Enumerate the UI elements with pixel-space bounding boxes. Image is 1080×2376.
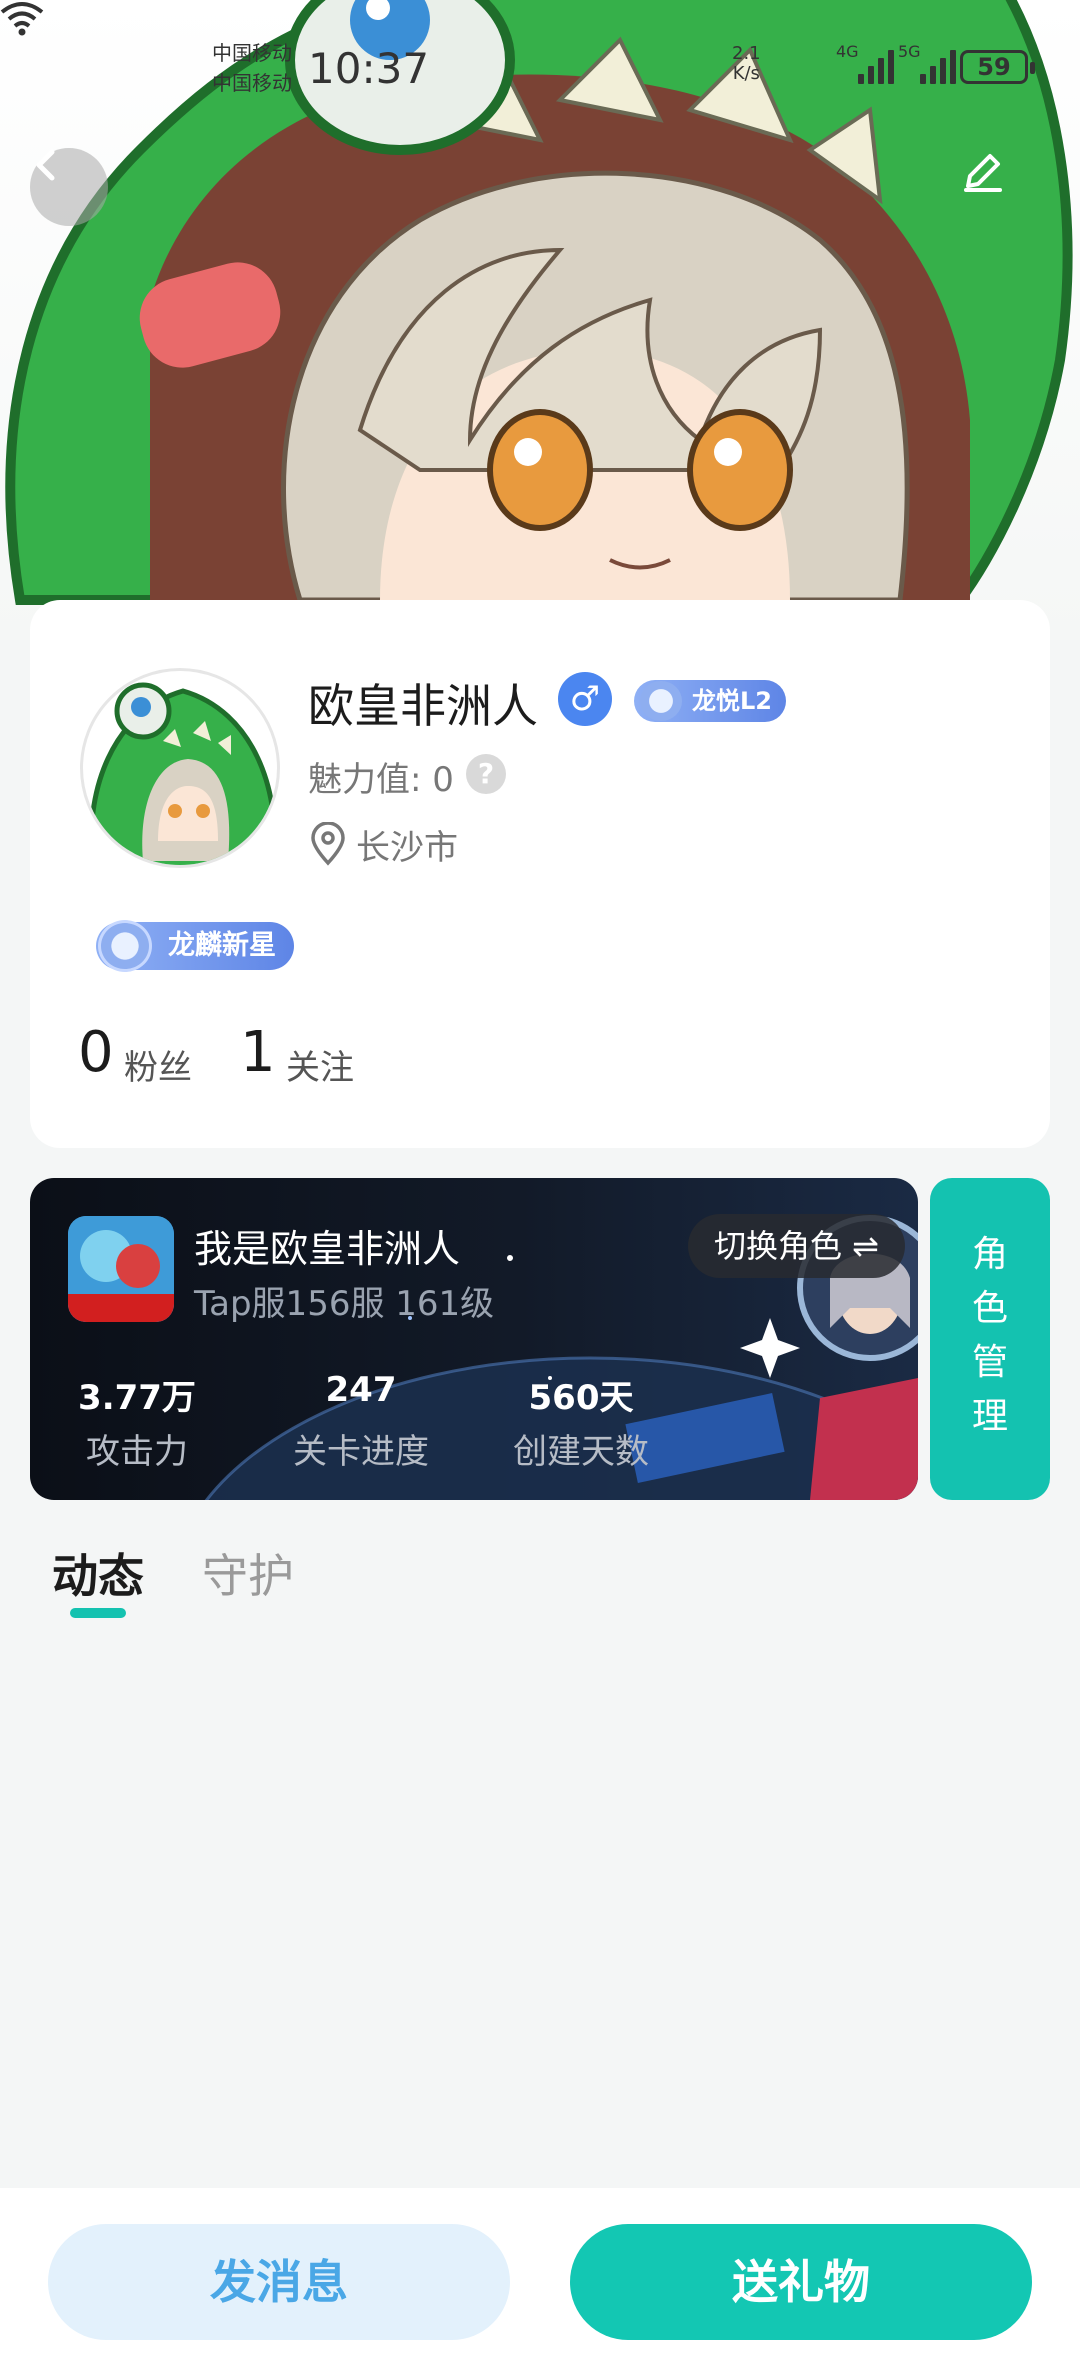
level-badge[interactable]: 龙悦L2 bbox=[634, 680, 786, 722]
signal-2-label: 5G bbox=[898, 42, 921, 61]
dragon-medal-icon bbox=[98, 920, 152, 972]
attack-label: 攻击力 bbox=[86, 1432, 188, 1472]
game-app-icon bbox=[68, 1216, 174, 1322]
created-days-label: 创建天数 bbox=[513, 1432, 649, 1472]
role-manage-char: 理 bbox=[971, 1396, 1008, 1437]
charm-value: 魅力值: 0 bbox=[308, 760, 454, 800]
tab-guard[interactable]: 守护 bbox=[202, 1540, 294, 1606]
tab-indicator bbox=[70, 1608, 126, 1618]
role-manage-char: 角 bbox=[971, 1234, 1008, 1275]
signal-2-icon: 5G bbox=[898, 42, 956, 84]
tab-dynamics[interactable]: 动态 bbox=[52, 1540, 144, 1606]
avatar[interactable] bbox=[80, 668, 280, 868]
game-icon-art bbox=[68, 1216, 174, 1322]
network-speed-unit: K/s bbox=[732, 63, 760, 84]
pencil-icon bbox=[964, 154, 1002, 192]
carrier-1: 中国移动 bbox=[212, 41, 292, 65]
clock: 10:37 bbox=[308, 44, 430, 93]
role-manage-button[interactable]: 角 色 管 理 bbox=[930, 1178, 1050, 1500]
network-speed: 2.1 K/s bbox=[732, 44, 761, 84]
follow-count[interactable]: 1 bbox=[240, 1020, 276, 1085]
edit-button[interactable] bbox=[960, 148, 1038, 226]
role-manage-char: 管 bbox=[971, 1342, 1008, 1383]
help-icon[interactable]: ? bbox=[466, 754, 506, 794]
bottom-action-bar: 发消息 送礼物 bbox=[0, 2188, 1080, 2376]
signal-1-label: 4G bbox=[836, 42, 859, 61]
game-role-card[interactable]: 我是欧皇非洲人 Tap服156服 161级 切换角色 ⇌ 3.77万 攻击力 2… bbox=[30, 1178, 918, 1500]
carrier-info: 中国移动 中国移动 bbox=[212, 38, 292, 98]
signal-1-icon: 4G bbox=[836, 42, 894, 84]
battery-indicator: 59 bbox=[960, 50, 1035, 84]
wifi-icon bbox=[0, 2, 44, 36]
title-badge[interactable]: 龙麟新星 bbox=[96, 920, 294, 972]
role-manage-char: 色 bbox=[971, 1288, 1008, 1329]
title-badge-label: 龙麟新星 bbox=[168, 930, 276, 961]
profile-page: 中国移动 中国移动 10:37 2.1 K/s 4G 5G 59 欧皇非洲人 ♂… bbox=[0, 0, 1080, 2376]
switch-role-button[interactable]: 切换角色 ⇌ bbox=[688, 1214, 905, 1278]
follow-label[interactable]: 关注 bbox=[286, 1040, 354, 1089]
network-speed-value: 2.1 bbox=[732, 43, 761, 64]
chevron-left-icon bbox=[36, 149, 55, 181]
role-name: 我是欧皇非洲人 bbox=[194, 1227, 461, 1271]
send-message-button[interactable]: 发消息 bbox=[48, 2224, 510, 2340]
fans-label[interactable]: 粉丝 bbox=[124, 1040, 192, 1089]
attack-value: 3.77万 bbox=[78, 1378, 196, 1418]
user-name: 欧皇非洲人 bbox=[308, 679, 538, 733]
profile-cover-image: 中国移动 中国移动 10:37 2.1 K/s 4G 5G 59 bbox=[0, 0, 1080, 640]
send-gift-button[interactable]: 送礼物 bbox=[570, 2224, 1032, 2340]
male-icon: ♂ bbox=[558, 672, 612, 726]
avatar-image bbox=[88, 682, 277, 865]
back-button[interactable] bbox=[30, 148, 108, 226]
carrier-2: 中国移动 bbox=[212, 71, 292, 95]
created-days-value: 560天 bbox=[528, 1378, 634, 1418]
stage-progress-label: 关卡进度 bbox=[293, 1432, 429, 1472]
stage-progress-value: 247 bbox=[325, 1370, 397, 1410]
location-pin-icon bbox=[311, 822, 345, 866]
dragon-medal-icon bbox=[640, 681, 682, 721]
profile-card: 欧皇非洲人 ♂ 龙悦L2 魅力值: 0 ? 长沙市 龙麟新星 0 粉丝 1 关注 bbox=[30, 600, 1050, 1148]
level-badge-label: 龙悦L2 bbox=[692, 687, 772, 715]
location-text: 长沙市 bbox=[356, 828, 458, 868]
status-bar: 中国移动 中国移动 10:37 2.1 K/s 4G 5G 59 bbox=[0, 0, 1080, 130]
fans-count[interactable]: 0 bbox=[78, 1020, 114, 1085]
role-server-level: Tap服156服 161级 bbox=[194, 1284, 495, 1324]
